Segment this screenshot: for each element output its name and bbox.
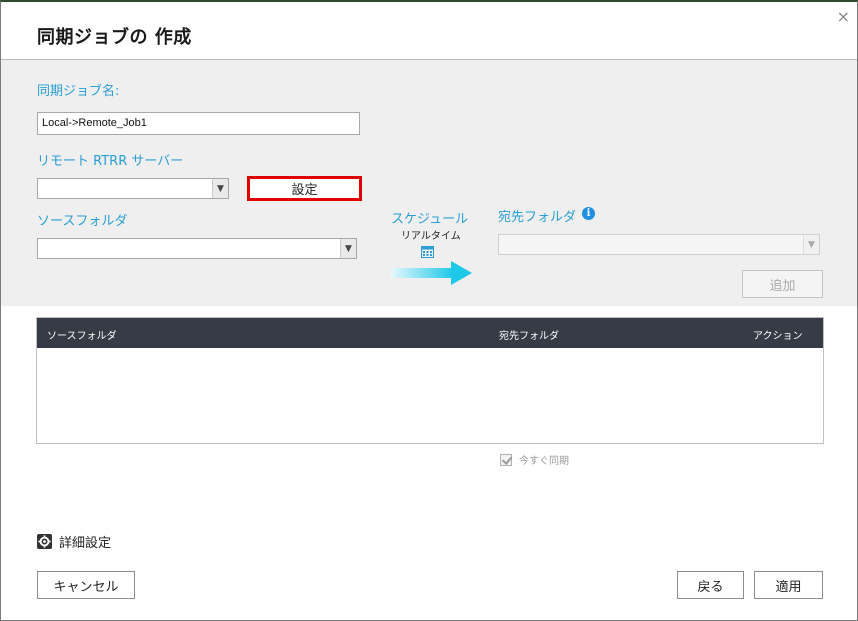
column-source-folder: ソースフォルダ [47,331,117,342]
cancel-button[interactable]: キャンセル [37,571,135,599]
table-header: ソースフォルダ 宛先フォルダ アクション [37,318,823,348]
dialog-title: 同期ジョブの 作成 [37,27,192,48]
dest-folder-select[interactable]: ▼ [498,234,820,255]
chevron-down-icon: ▼ [212,179,228,198]
column-action: アクション [753,331,803,342]
remote-server-label: リモート RTRR サーバー [37,154,184,169]
remote-server-select[interactable]: ▼ [37,178,229,199]
settings-button[interactable]: 設定 [247,176,362,201]
sync-direction-arrow-icon [391,261,472,285]
gear-icon [37,534,52,549]
chevron-down-icon: ▼ [340,239,356,258]
add-button[interactable]: 追加 [742,270,823,298]
calendar-icon[interactable] [421,245,434,258]
advanced-settings-link[interactable]: 詳細設定 [37,532,111,551]
sync-now-label: 今すぐ同期 [519,456,569,467]
info-icon[interactable]: i [582,207,595,220]
close-icon[interactable]: × [837,7,850,26]
job-name-label: 同期ジョブ名: [37,84,120,99]
advanced-settings-label: 詳細設定 [59,536,112,551]
sync-now-checkbox[interactable] [500,453,512,466]
job-name-input[interactable]: Local->Remote_Job1 [37,112,360,135]
dest-folder-label: 宛先フォルダ [498,210,577,225]
sync-now-option[interactable]: 今すぐ同期 [500,452,569,467]
schedule-label[interactable]: スケジュール [391,208,468,227]
column-dest-folder: 宛先フォルダ [499,331,559,342]
source-folder-label: ソースフォルダ [37,214,128,229]
back-button[interactable]: 戻る [677,571,744,599]
dialog-header: 同期ジョブの 作成 × [1,2,857,60]
schedule-value: リアルタイム [401,231,461,242]
apply-button[interactable]: 適用 [754,571,823,599]
create-sync-job-dialog: 同期ジョブの 作成 × 同期ジョブ名: Local->Remote_Job1 リ… [0,0,858,621]
source-folder-select[interactable]: ▼ [37,238,357,259]
folder-pair-table: ソースフォルダ 宛先フォルダ アクション [36,317,824,444]
chevron-down-icon: ▼ [803,235,819,254]
